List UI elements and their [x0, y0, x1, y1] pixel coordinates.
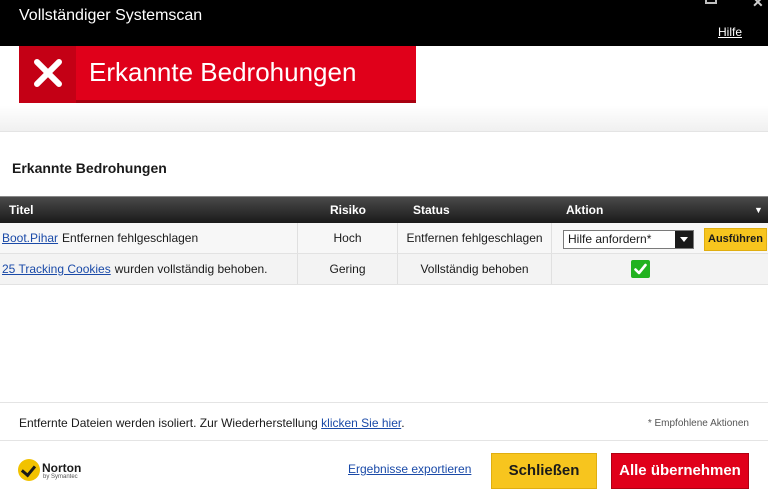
threat-link[interactable]: Boot.Pihar — [2, 231, 58, 245]
banner-title: Erkannte Bedrohungen — [89, 57, 357, 87]
info-bar: Entfernte Dateien werden isoliert. Zur W… — [0, 402, 768, 440]
action-select[interactable]: Hilfe anfordern* — [563, 230, 694, 249]
section-title: Erkannte Bedrohungen — [12, 160, 167, 176]
scan-window: Vollständiger Systemscan ✕ Hilfe Erkannt… — [0, 0, 768, 495]
action-select-value: Hilfe anfordern* — [568, 232, 652, 246]
norton-seal-icon — [18, 459, 40, 481]
threat-description: Entfernen fehlgeschlagen — [62, 231, 199, 245]
table-row: Boot.Pihar Entfernen fehlgeschlagen Hoch… — [0, 223, 768, 254]
close-button[interactable]: Schließen — [491, 453, 597, 489]
column-header-status[interactable]: Status — [413, 203, 450, 217]
norton-brand: Norton — [42, 461, 82, 475]
close-window-icon[interactable]: ✕ — [752, 0, 764, 10]
restore-link[interactable]: klicken Sie hier — [321, 416, 401, 430]
minimize-icon[interactable] — [705, 0, 717, 4]
checkmark-icon — [631, 260, 650, 278]
threats-table: Titel Risiko Status Aktion ▼ Boot.Pihar … — [0, 196, 768, 285]
cell-title: 25 Tracking Cookies wurden vollständig b… — [0, 254, 298, 284]
footer: Norton by Symantec Ergebnisse exportiere… — [0, 440, 768, 495]
table-row: 25 Tracking Cookies wurden vollständig b… — [0, 254, 768, 285]
cell-status: Vollständig behoben — [398, 254, 552, 284]
cell-status: Entfernen fehlgeschlagen — [398, 223, 552, 253]
norton-logo: Norton by Symantec — [18, 459, 88, 485]
quarantine-suffix: . — [401, 416, 405, 430]
cell-risk: Gering — [298, 254, 398, 284]
cell-action — [552, 254, 768, 284]
column-header-title[interactable]: Titel — [9, 203, 33, 217]
column-header-action[interactable]: Aktion — [566, 203, 603, 217]
recommended-note: * Empfohlene Aktionen — [647, 418, 749, 429]
chevron-down-icon[interactable] — [675, 231, 693, 248]
banner-area: Erkannte Bedrohungen — [0, 46, 768, 132]
sort-arrow-icon[interactable]: ▼ — [754, 205, 763, 215]
help-link[interactable]: Hilfe — [718, 25, 742, 39]
threat-banner: Erkannte Bedrohungen — [19, 46, 416, 103]
apply-all-button[interactable]: Alle übernehmen — [611, 453, 749, 489]
quarantine-info: Entfernte Dateien werden isoliert. Zur W… — [19, 416, 405, 430]
table-header: Titel Risiko Status Aktion ▼ — [0, 196, 768, 223]
execute-button[interactable]: Ausführen — [704, 228, 767, 251]
norton-brand-sub: by Symantec — [43, 474, 78, 480]
cell-risk: Hoch — [298, 223, 398, 253]
title-bar: Vollständiger Systemscan ✕ Hilfe — [0, 0, 768, 46]
column-header-risk[interactable]: Risiko — [330, 203, 366, 217]
threat-description: wurden vollständig behoben. — [114, 262, 268, 276]
close-x-icon — [19, 46, 76, 103]
window-title: Vollständiger Systemscan — [19, 7, 203, 24]
export-results-link[interactable]: Ergebnisse exportieren — [348, 462, 471, 476]
threat-link[interactable]: 25 Tracking Cookies — [2, 262, 111, 276]
cell-action: Hilfe anfordern* Ausführen — [552, 223, 768, 253]
quarantine-text: Entfernte Dateien werden isoliert. Zur W… — [19, 416, 318, 430]
cell-title: Boot.Pihar Entfernen fehlgeschlagen — [0, 223, 298, 253]
